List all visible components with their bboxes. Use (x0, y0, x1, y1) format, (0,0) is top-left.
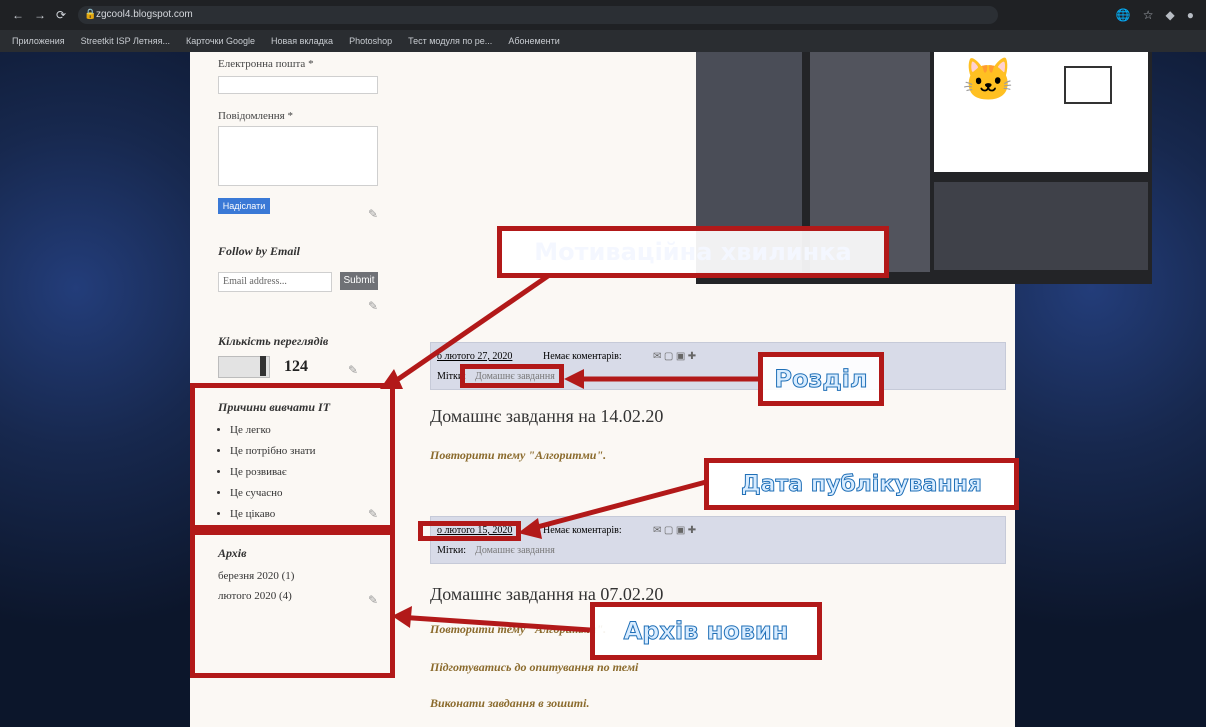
post-comments-link[interactable]: Немає коментарів: (543, 525, 622, 536)
forward-arrow-icon[interactable]: → (34, 8, 46, 22)
post-body-line: Повторити тему "Алгоритми". (430, 448, 607, 462)
bookmark-apps[interactable]: Приложения (12, 36, 65, 46)
follow-submit-button[interactable]: Submit (340, 272, 378, 290)
rectangle-sprite (1064, 66, 1112, 104)
post-date-link[interactable]: о лютого 27, 2020 (437, 351, 512, 362)
views-count: 124 (284, 358, 308, 375)
bookmark-photoshop[interactable]: Photoshop (349, 36, 392, 46)
follow-heading: Follow by Email (218, 244, 301, 258)
address-text: zgcool4.blogspot.com (96, 9, 193, 20)
star-icon[interactable]: ☆ (1143, 8, 1154, 22)
message-label: Повідомлення * (218, 110, 293, 122)
profile-icon[interactable]: ● (1187, 8, 1194, 22)
annotation-label-section: Розділ (758, 352, 884, 406)
annotation-text-news-archive: Архів новин (623, 617, 789, 646)
annotation-text-motivation: Мотиваційна хвилинка (534, 238, 852, 266)
follow-email-input[interactable]: Email address... (218, 272, 332, 292)
lock-icon: 🔒 (84, 9, 97, 20)
contact-submit-button[interactable]: Надіслати (218, 198, 270, 214)
address-bar[interactable]: 🔒 zgcool4.blogspot.com (78, 6, 998, 24)
post-body-line: Повторити тему "Алгоритми". (430, 622, 607, 636)
post-title[interactable]: Домашнє завдання на 14.02.20 (430, 406, 663, 427)
annotation-text-section: Розділ (774, 365, 868, 394)
cat-sprite-icon: 🐱 (962, 58, 1015, 104)
bookmark-subscriptions[interactable]: Абонементи (508, 36, 559, 46)
message-textarea[interactable] (218, 126, 378, 186)
annotation-frame-reasons (190, 383, 395, 530)
annotation-label-motivation: Мотиваційна хвилинка (497, 226, 889, 278)
back-arrow-icon[interactable]: ← (12, 8, 24, 22)
bookmark-streetkit[interactable]: Streetkit ISP Летняя... (81, 36, 170, 46)
views-counter-marker (260, 356, 266, 376)
bookmarks-bar: Приложения Streetkit ISP Летняя... Карто… (0, 30, 1206, 52)
post-comments-link[interactable]: Немає коментарів: (543, 351, 622, 362)
bookmark-test-module[interactable]: Тест модуля по ре... (408, 36, 492, 46)
edit-widget-icon[interactable]: ✎ (348, 364, 360, 376)
bookmark-new-tab[interactable]: Новая вкладка (271, 36, 333, 46)
annotation-frame-date (418, 521, 521, 541)
follow-email-placeholder: Email address... (223, 276, 287, 287)
post-body-line: Виконати завдання в зошиті. (430, 696, 590, 710)
scratch-sprite-panel (934, 182, 1148, 270)
extensions-area: 🌐 ☆ ◆ ● (1116, 8, 1194, 22)
post-body-line: Підготуватись до опитування по темі (430, 660, 639, 674)
nav-controls: ← → ⟳ (12, 8, 66, 22)
post-label-link[interactable]: Домашнє завдання (475, 545, 555, 556)
post-labels-prefix: Мітки: (437, 545, 467, 556)
edit-widget-icon[interactable]: ✎ (368, 208, 380, 220)
email-input[interactable] (218, 76, 378, 94)
annotation-label-news-archive: Архів новин (590, 602, 822, 660)
annotation-frame-section (460, 364, 564, 388)
annotation-label-publish-date: Дата публікування (704, 458, 1019, 510)
extension-icon[interactable]: ◆ (1166, 8, 1175, 22)
scratch-stage: 🐱 (934, 52, 1148, 172)
views-heading: Кількість переглядів (218, 334, 329, 348)
share-icons[interactable]: ✉ ▢ ▣ ✚ (653, 351, 696, 362)
email-label: Електронна пошта * (218, 58, 314, 70)
reload-icon[interactable]: ⟳ (56, 8, 66, 22)
bookmark-google-cards[interactable]: Карточки Google (186, 36, 255, 46)
annotation-text-publish-date: Дата публікування (741, 471, 983, 497)
browser-toolbar: ← → ⟳ 🔒 zgcool4.blogspot.com 🌐 ☆ ◆ ● (0, 0, 1206, 30)
annotation-frame-archive (190, 530, 395, 678)
edit-widget-icon[interactable]: ✎ (368, 300, 380, 312)
share-icons[interactable]: ✉ ▢ ▣ ✚ (653, 525, 696, 536)
page-background-left (0, 52, 190, 727)
translate-icon[interactable]: 🌐 (1116, 8, 1131, 22)
